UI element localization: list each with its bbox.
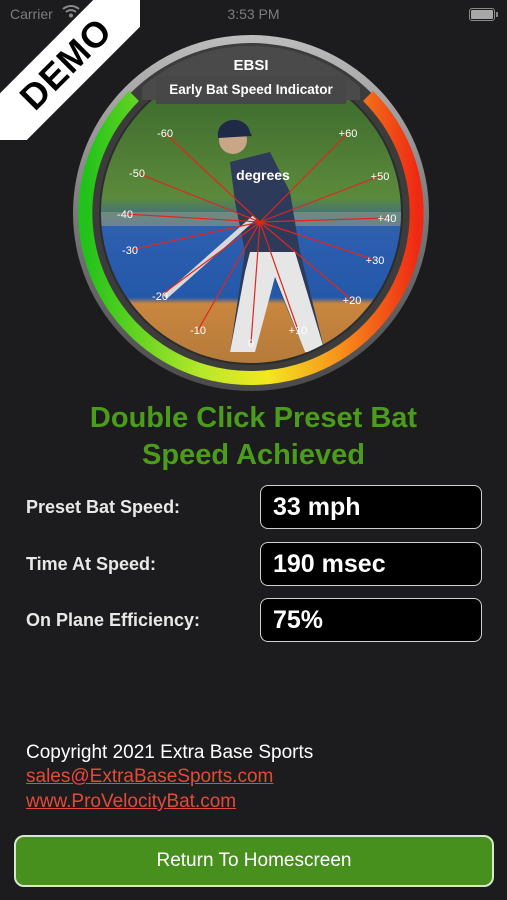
angle-label: +50: [371, 171, 390, 183]
gauge-subtitle: Early Bat Speed Indicator: [169, 82, 333, 97]
battery-icon: [469, 8, 498, 21]
return-to-homescreen-button[interactable]: Return To Homescreen: [14, 835, 494, 887]
headline-line-2: Speed Achieved: [142, 439, 365, 471]
time-at-speed-label: Time At Speed:: [26, 554, 157, 574]
website-link[interactable]: www.ProVelocityBat.com: [26, 791, 236, 813]
metric-row-time-at-speed: Time At Speed: 190 msec: [26, 542, 484, 588]
headline-line-1: Double Click Preset Bat: [89, 402, 418, 434]
angle-label: +40: [378, 213, 397, 225]
angle-label: -30: [122, 245, 138, 257]
gauge-title: EBSI: [233, 57, 268, 74]
email-link[interactable]: sales@ExtraBaseSports.com: [26, 766, 273, 788]
preset-bat-speed-value: 33 mph: [260, 485, 482, 529]
metric-row-on-plane-efficiency: On Plane Efficiency: 75%: [26, 598, 484, 644]
angle-label: +30: [366, 255, 385, 267]
demo-banner: DEMO: [0, 0, 140, 140]
angle-label: 0: [248, 338, 254, 350]
angle-label: +10: [289, 325, 308, 337]
angle-label: -40: [117, 209, 133, 221]
preset-bat-speed-label: Preset Bat Speed:: [26, 497, 181, 517]
metric-row-preset-bat-speed: Preset Bat Speed: 33 mph: [26, 485, 484, 531]
gauge-center-label: degrees: [236, 167, 290, 183]
time-at-speed-value: 190 msec: [260, 542, 482, 586]
angle-label: +60: [339, 128, 358, 140]
on-plane-efficiency-label: On Plane Efficiency:: [26, 610, 201, 630]
on-plane-efficiency-value: 75%: [260, 598, 482, 642]
angle-label: +20: [343, 295, 362, 307]
copyright-text: Copyright 2021 Extra Base Sports: [26, 742, 314, 763]
angle-label: -60: [157, 128, 173, 140]
angle-label: -20: [152, 291, 168, 303]
status-headline: Double Click Preset Bat Speed Achieved: [0, 400, 507, 474]
angle-label: -50: [129, 168, 145, 180]
angle-label: -10: [190, 325, 206, 337]
demo-label: DEMO: [0, 0, 140, 140]
